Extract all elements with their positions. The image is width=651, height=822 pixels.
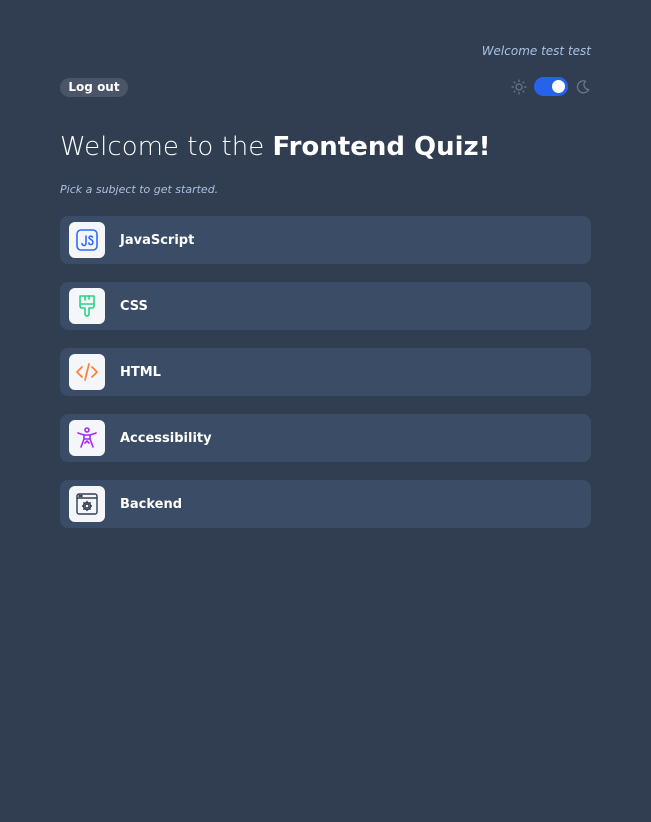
subject-accessibility[interactable]: Accessibility [60, 414, 591, 462]
subject-backend[interactable]: Backend [60, 480, 591, 528]
html-code-icon [69, 354, 105, 390]
backend-gear-icon [69, 486, 105, 522]
subject-javascript[interactable]: JavaScript [60, 216, 591, 264]
javascript-icon [69, 222, 105, 258]
subject-list: JavaScript CSS HTML Accessibility Backen… [60, 216, 591, 528]
title-prefix: Welcome to the [60, 132, 273, 162]
logout-button[interactable]: Log out [60, 78, 128, 97]
moon-icon [575, 79, 591, 95]
subject-html[interactable]: HTML [60, 348, 591, 396]
subject-label: CSS [120, 298, 148, 314]
accessibility-icon [69, 420, 105, 456]
subject-label: HTML [120, 364, 161, 380]
css-brush-icon [69, 288, 105, 324]
page-subtitle: Pick a subject to get started. [60, 183, 219, 196]
page-title: Welcome to the Frontend Quiz! [60, 132, 491, 162]
theme-switcher [511, 77, 591, 96]
subject-label: JavaScript [120, 232, 195, 248]
subject-label: Accessibility [120, 430, 212, 446]
title-bold: Frontend Quiz! [272, 132, 491, 162]
subject-label: Backend [120, 496, 183, 512]
subject-css[interactable]: CSS [60, 282, 591, 330]
sun-icon [511, 78, 527, 95]
welcome-user-text: Welcome test test [481, 44, 591, 58]
toggle-knob [552, 80, 565, 93]
dark-mode-toggle[interactable] [534, 77, 568, 96]
